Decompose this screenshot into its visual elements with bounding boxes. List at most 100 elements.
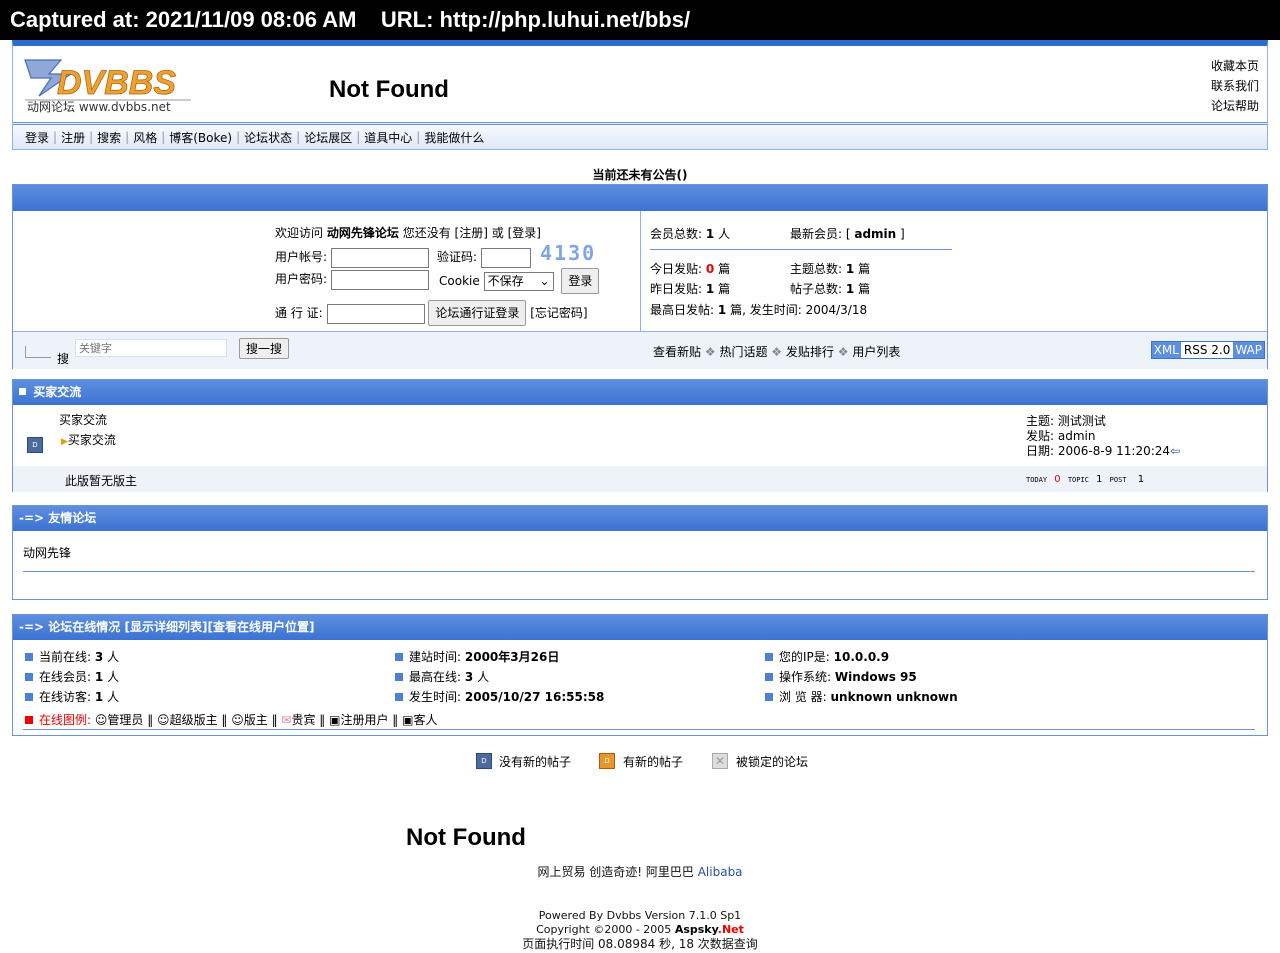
username-input[interactable] [330,247,429,268]
stat-members-label: 会员总数: [650,227,703,241]
post-ranking-link[interactable]: 发贴排行 [786,345,834,359]
passport-row: 通 行 证: 论坛通行证登录 [忘记密码] [275,300,588,326]
main-nav: 登录 | 注册 | 搜索 | 风格 | 博客(Boke) | 论坛状态 | 论坛展区 | 道具… [12,122,1268,150]
welcome-login-link[interactable]: [登录] [508,226,541,240]
nav-status[interactable]: 论坛状态 [240,129,296,146]
stat-members-value: 1 [705,227,715,241]
welcome-prefix: 欢迎访问 [275,226,324,240]
vip-icon: ✉ [281,713,292,727]
announcement[interactable]: 当前还未有公告() [0,166,1280,183]
nav-blog[interactable]: 博客(Boke) [165,129,236,146]
friends-header: -=> 友情论坛 [13,506,1267,531]
passport-label: 通 行 证: [275,306,323,320]
welcome-panel: 欢迎访问 动网先锋论坛 您还没有 [注册] 或 [登录] 用户帐号: 验证码: … [12,184,1268,369]
friend-forum-link[interactable]: 动网先锋 [23,544,71,561]
cookie-label: Cookie [439,274,480,288]
nav-gallery[interactable]: 论坛展区 [300,129,356,146]
admin-icon: ☺ [94,713,108,727]
goto-last-post-icon[interactable]: ⇦ [1170,444,1180,458]
nav-what-can-i-do[interactable]: 我能做什么 [420,129,488,146]
friends-box: -=> 友情论坛 动网先锋 [12,505,1268,600]
legend-guest: 客人 [413,713,438,727]
your-os: 操作系统: Windows 95 [765,668,917,685]
legend-mod: 版主 [243,713,268,727]
online-box: -=> 论坛在线情况 [显示详细列表][查看在线用户位置] 当前在线: 3 人 … [12,614,1268,736]
rss-badge[interactable]: RSS 2.0 [1180,342,1234,358]
nav-register[interactable]: 注册 [57,129,89,146]
exec-time: 页面执行时间 08.08984 秒, 18 次数据查询 [522,937,758,951]
password-row: 用户密码: [275,268,429,290]
last-topic-link[interactable]: 测试测试 [1058,414,1106,428]
registered-user-icon: ▣ [329,713,341,727]
nav-style[interactable]: 风格 [129,129,161,146]
stat-newest: 最新会员: [ admin ] [790,227,905,241]
captcha-row: 验证码: [437,246,531,268]
friends-divider [23,571,1255,572]
online-detail-link[interactable]: [显示详细列表] [124,620,207,634]
max-online-value: 3 [464,670,474,684]
search-button[interactable]: 搜一搜 [239,338,290,359]
max-online-unit: 人 [477,670,490,684]
search-strip: 搜 搜一搜 查看新贴 ❖ 热门话题 ❖ 发贴排行 ❖ 用户列表 XML RSS … [13,331,1267,369]
board-link[interactable]: 买家交流 [59,413,107,427]
panel-divider [640,211,641,331]
passport-input[interactable] [326,303,425,324]
alibaba-link[interactable]: Alibaba [698,865,743,879]
forgot-password-link[interactable]: [忘记密码] [530,306,587,320]
slogan-text: 网上贸易 创造奇迹! 阿里巴巴 [537,865,694,879]
topic-label: TOPIC [1067,476,1089,484]
last-poster-link[interactable]: admin [1058,429,1096,443]
search-icon [25,346,51,358]
online-guests-value: 1 [94,690,104,704]
nav-login[interactable]: 登录 [21,129,53,146]
newest-member-link[interactable]: admin [854,227,896,241]
captcha-input[interactable] [480,247,531,268]
login-button[interactable]: 登录 [561,268,600,294]
stat-today-unit: 篇 [718,262,731,276]
contact-link[interactable]: 联系我们 [1211,76,1259,96]
new-posts-link[interactable]: 查看新贴 [653,345,701,359]
cookie-select[interactable]: 不保存 ⌄ [483,272,554,291]
arrow-right-icon: ▶ [61,437,68,447]
legend-new-posts: 有新的帖子 [623,755,684,769]
online-guests: 在线访客: 1 人 [25,688,119,705]
online-members-value: 1 [94,670,104,684]
your-os-value: Windows 95 [834,670,917,684]
wap-badge[interactable]: WAP [1233,342,1264,358]
last-poster-label: 发贴: [1026,429,1055,443]
username-row: 用户帐号: [275,246,429,268]
online-header: -=> 论坛在线情况 [显示详细列表][查看在线用户位置] [13,615,1267,640]
nav-search[interactable]: 搜索 [93,129,125,146]
help-link[interactable]: 论坛帮助 [1211,96,1259,116]
search-input[interactable] [75,339,227,357]
stat-today: 今日发贴: 0 篇 [650,260,730,277]
bookmark-link[interactable]: 收藏本页 [1211,56,1259,76]
captcha-image: 4130 [540,241,597,265]
feed-badges: XML RSS 2.0 WAP [1150,341,1265,359]
max-online-time-label: 发生时间: [409,690,462,704]
stat-max-day: 最高日发帖: 1 篇, 发生时间: 2004/3/18 [650,301,867,318]
hot-topics-link[interactable]: 热门话题 [719,345,767,359]
stat-today-label: 今日发贴: [650,262,703,276]
xml-badge[interactable]: XML [1151,342,1181,358]
welcome-header-bar [13,185,1267,211]
welcome-mid: 您还没有 [402,226,451,240]
stat-topics-unit: 篇 [858,262,871,276]
user-list-link[interactable]: 用户列表 [852,345,900,359]
stat-yesterday-label: 昨日发贴: [650,282,703,296]
collapse-icon[interactable] [19,388,26,395]
password-input[interactable] [330,269,429,290]
your-os-label: 操作系统: [779,670,832,684]
aspsky-link[interactable]: Aspsky.Net [675,923,744,936]
category-title[interactable]: 买家交流 [33,385,81,399]
online-guests-label: 在线访客: [39,690,92,704]
nav-items[interactable]: 道具中心 [360,129,416,146]
stat-max-label: 最高日发帖: [650,303,715,317]
welcome-register-link[interactable]: [注册] [455,226,488,240]
online-position-link[interactable]: [查看在线用户位置] [207,620,314,634]
mod-icon: ☺ [231,713,244,727]
online-members-unit: 人 [107,670,120,684]
online-legend: 在线图例: ☺管理员 ‖ ☺超级版主 ‖ ☺版主 ‖ ✉贵宾 ‖ ▣注册用户 ‖… [25,711,437,728]
passport-login-button[interactable]: 论坛通行证登录 [428,300,527,326]
stat-yesterday-value: 1 [705,282,715,296]
